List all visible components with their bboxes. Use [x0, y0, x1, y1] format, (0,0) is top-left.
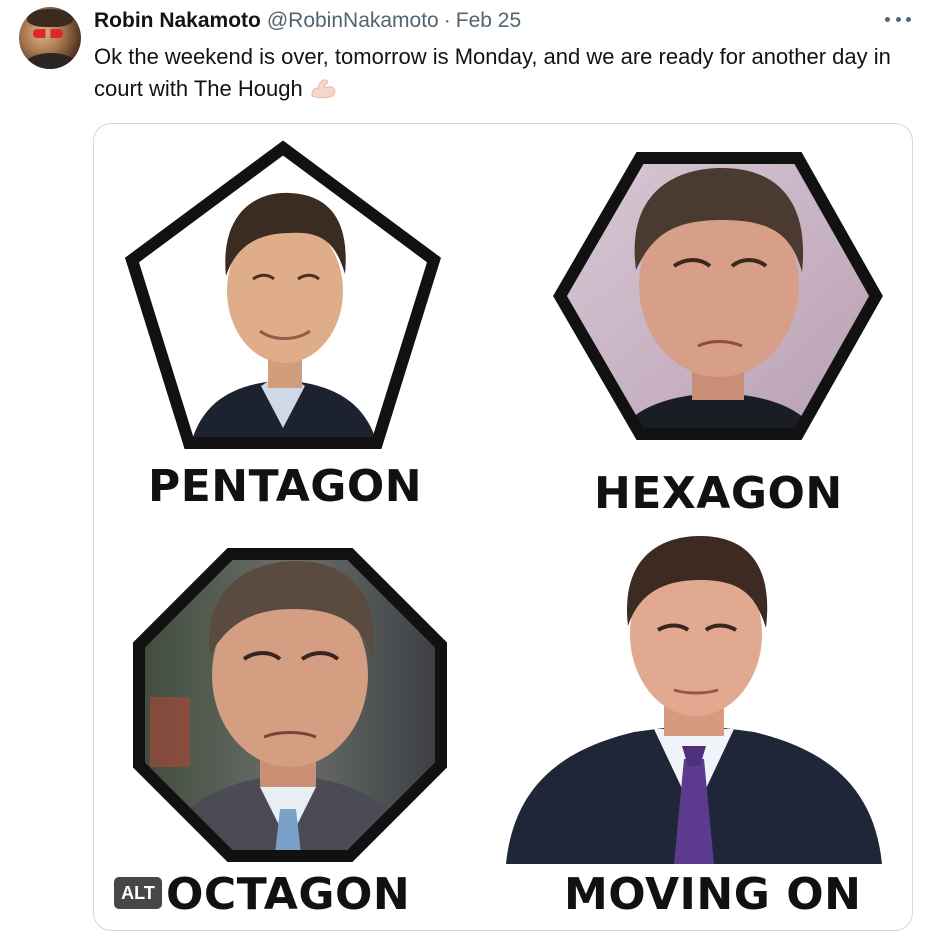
tweet-header: Robin Nakamoto @RobinNakamoto · Feb 25 — [94, 9, 521, 33]
moving-on-label: MOVING ON — [564, 869, 862, 920]
media-card[interactable]: PENTAGON HEXAGON OCTAGON MOVING ON — [93, 123, 913, 931]
author-name[interactable]: Robin Nakamoto — [94, 9, 261, 33]
alt-text-button[interactable]: ALT — [114, 877, 162, 909]
header-separator: · — [443, 9, 451, 32]
avatar-hair — [27, 9, 73, 27]
hexagon-photo — [553, 152, 883, 440]
flexed-biceps-icon — [311, 79, 335, 99]
author-avatar[interactable] — [19, 7, 81, 69]
tweet-text: Ok the weekend is over, tomorrow is Mond… — [94, 41, 924, 105]
octagon-label: OCTAGON — [166, 869, 411, 920]
pentagon-label: PENTAGON — [148, 461, 423, 512]
tweet-body: Ok the weekend is over, tomorrow is Mond… — [94, 44, 891, 101]
avatar-shoulder — [25, 53, 77, 69]
more-options-icon[interactable] — [885, 11, 911, 27]
octagon-photo — [133, 548, 447, 862]
moving-on-photo — [506, 536, 882, 864]
hexagon-label: HEXAGON — [594, 468, 843, 519]
tweet-date[interactable]: Feb 25 — [456, 9, 521, 33]
pentagon-photo — [125, 140, 441, 449]
avatar-glasses — [33, 29, 63, 38]
author-handle[interactable]: @RobinNakamoto — [267, 9, 439, 33]
